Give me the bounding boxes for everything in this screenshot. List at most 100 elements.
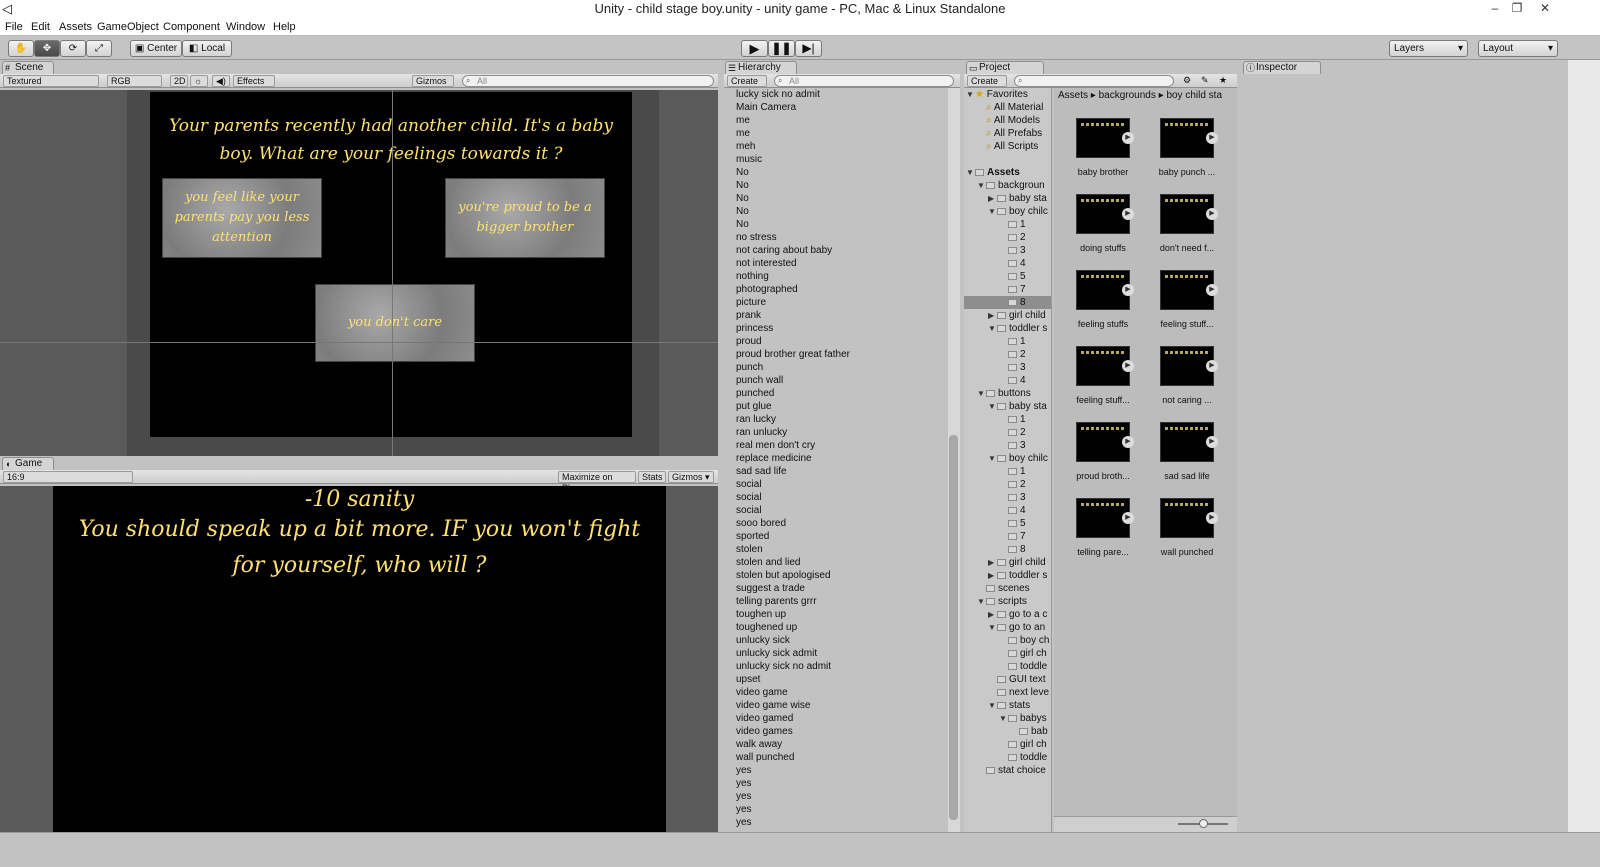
project-tree-item[interactable]: ▼★ Favorites [964, 88, 1051, 101]
collapsed-arrow-icon[interactable]: ▶ [988, 309, 997, 322]
hierarchy-search-input[interactable]: ⌕ All [774, 75, 954, 87]
layers-dropdown[interactable]: Layers ▾ [1389, 40, 1468, 57]
tab-scene[interactable]: # Scene [2, 61, 54, 74]
asset-thumbnail[interactable]: ▶ baby brother [1068, 118, 1138, 177]
hierarchy-item[interactable]: toughen up [724, 608, 947, 621]
project-tree-item[interactable]: 1 [964, 218, 1051, 231]
breadcrumb-backgrounds[interactable]: backgrounds [1099, 90, 1156, 101]
project-tree-item[interactable]: ▼ stats [964, 699, 1051, 712]
hierarchy-item[interactable]: ran lucky [724, 413, 947, 426]
project-tree-item[interactable]: 5 [964, 517, 1051, 530]
expanded-arrow-icon[interactable]: ▼ [988, 452, 997, 465]
hierarchy-item[interactable]: picture [724, 296, 947, 309]
hierarchy-item[interactable]: ran unlucky [724, 426, 947, 439]
collapsed-arrow-icon[interactable]: ▶ [988, 608, 997, 621]
audio-toggle-icon[interactable]: ◀) [212, 75, 230, 87]
tab-inspector[interactable]: ⓘ Inspector [1243, 61, 1321, 74]
project-tree-item[interactable]: ▶ toddler s [964, 569, 1051, 582]
hierarchy-item[interactable]: yes [724, 803, 947, 816]
aspect-ratio-dropdown[interactable]: 16:9 [3, 471, 133, 483]
hierarchy-item[interactable]: replace medicine [724, 452, 947, 465]
mode-2d-toggle[interactable]: 2D [170, 75, 188, 87]
hierarchy-item[interactable]: yes [724, 764, 947, 777]
expanded-arrow-icon[interactable]: ▼ [988, 322, 997, 335]
hierarchy-item[interactable]: real men don't cry [724, 439, 947, 452]
hierarchy-item[interactable]: nothing [724, 270, 947, 283]
play-icon[interactable]: ▶ [1206, 284, 1218, 296]
play-icon[interactable]: ▶ [1122, 436, 1134, 448]
project-tree-item[interactable]: toddle [964, 660, 1051, 673]
hierarchy-create-dropdown[interactable]: Create ▾ [727, 75, 767, 97]
asset-thumbnail[interactable]: ▶ wall punched [1152, 498, 1222, 557]
pivot-local-button[interactable]: ◧ Local [182, 40, 232, 57]
project-tree-item[interactable]: 5 [964, 270, 1051, 283]
hierarchy-item[interactable]: walk away [724, 738, 947, 751]
hierarchy-item[interactable]: wall punched [724, 751, 947, 764]
project-tree-item[interactable]: ⌕ All Scripts [964, 140, 1051, 153]
menu-help[interactable]: Help [273, 19, 296, 35]
hierarchy-item[interactable]: unlucky sick no admit [724, 660, 947, 673]
hierarchy-item[interactable]: stolen and lied [724, 556, 947, 569]
hierarchy-item[interactable]: video gamed [724, 712, 947, 725]
restore-button[interactable]: ❐ [1506, 0, 1528, 18]
hierarchy-item[interactable]: yes [724, 816, 947, 829]
hierarchy-item[interactable]: lucky sick no admit [724, 88, 947, 101]
expanded-arrow-icon[interactable]: ▼ [966, 88, 975, 101]
hierarchy-item[interactable]: No [724, 166, 947, 179]
hierarchy-item[interactable]: social [724, 491, 947, 504]
hierarchy-item[interactable]: suggest a trade [724, 582, 947, 595]
choice-button-less-attention[interactable]: you feel like your parents pay you less … [162, 178, 322, 258]
project-tree-item[interactable]: next leve [964, 686, 1051, 699]
project-tree-item[interactable]: ▼ scripts [964, 595, 1051, 608]
play-icon[interactable]: ▶ [1206, 132, 1218, 144]
tab-game[interactable]: ◖ Game [2, 457, 54, 470]
hierarchy-item[interactable]: princess [724, 322, 947, 335]
hierarchy-item[interactable]: No [724, 218, 947, 231]
expanded-arrow-icon[interactable]: ▼ [977, 595, 986, 608]
slider-handle[interactable] [1199, 819, 1208, 828]
play-icon[interactable]: ▶ [1206, 436, 1218, 448]
hierarchy-item[interactable]: No [724, 179, 947, 192]
collapsed-arrow-icon[interactable]: ▶ [988, 569, 997, 582]
hierarchy-item[interactable]: sported [724, 530, 947, 543]
effects-dropdown[interactable]: Effects ▾ [233, 75, 275, 97]
hierarchy-item[interactable]: unlucky sick admit [724, 647, 947, 660]
play-icon[interactable]: ▶ [1206, 512, 1218, 524]
hierarchy-item[interactable]: Main Camera [724, 101, 947, 114]
scale-tool-icon[interactable]: ⤢ [86, 40, 112, 57]
project-tree-item[interactable]: ▼ Assets [964, 166, 1051, 179]
asset-thumbnail[interactable]: ▶ feeling stuff... [1068, 346, 1138, 405]
hierarchy-item[interactable]: me [724, 127, 947, 140]
menu-file[interactable]: File [5, 19, 23, 35]
project-tree-item[interactable]: 8 [964, 543, 1051, 556]
breadcrumb-assets[interactable]: Assets [1058, 90, 1088, 101]
project-tree-item[interactable]: toddle [964, 751, 1051, 764]
project-tree-item[interactable]: 1 [964, 465, 1051, 478]
lighting-toggle-icon[interactable]: ☼ [190, 75, 208, 87]
expanded-arrow-icon[interactable]: ▼ [988, 699, 997, 712]
maximize-on-play-toggle[interactable]: Maximize on Play [558, 471, 636, 493]
play-icon[interactable]: ▶ [1122, 132, 1134, 144]
hierarchy-item[interactable]: stolen [724, 543, 947, 556]
hierarchy-item[interactable]: proud [724, 335, 947, 348]
hierarchy-item[interactable]: sooo bored [724, 517, 947, 530]
project-tree-item[interactable]: bab [964, 725, 1051, 738]
project-tree-item[interactable]: 4 [964, 374, 1051, 387]
hierarchy-item[interactable]: telling parents grrr [724, 595, 947, 608]
asset-thumbnail[interactable]: ▶ sad sad life [1152, 422, 1222, 481]
project-tree-item[interactable]: ▼ boy chilc [964, 205, 1051, 218]
shading-mode-dropdown[interactable]: Textured [3, 75, 99, 87]
game-view[interactable]: -10 sanity You should speak up a bit mor… [0, 486, 718, 832]
minimize-button[interactable]: – [1484, 0, 1506, 18]
asset-thumbnail[interactable]: ▶ proud broth... [1068, 422, 1138, 481]
favorite-star-icon[interactable]: ★ [1216, 75, 1230, 87]
asset-thumbnail[interactable]: ▶ doing stuffs [1068, 194, 1138, 253]
step-icon[interactable]: ▶| [795, 40, 822, 57]
project-tree-item[interactable]: 3 [964, 244, 1051, 257]
project-tree-item[interactable]: ▼ backgroun [964, 179, 1051, 192]
hierarchy-item[interactable]: video game [724, 686, 947, 699]
expanded-arrow-icon[interactable]: ▼ [988, 621, 997, 634]
project-tree-item[interactable]: ▶ girl child [964, 309, 1051, 322]
project-tree-item[interactable]: ▶ baby sta [964, 192, 1051, 205]
asset-thumbnail[interactable]: ▶ feeling stuffs [1068, 270, 1138, 329]
